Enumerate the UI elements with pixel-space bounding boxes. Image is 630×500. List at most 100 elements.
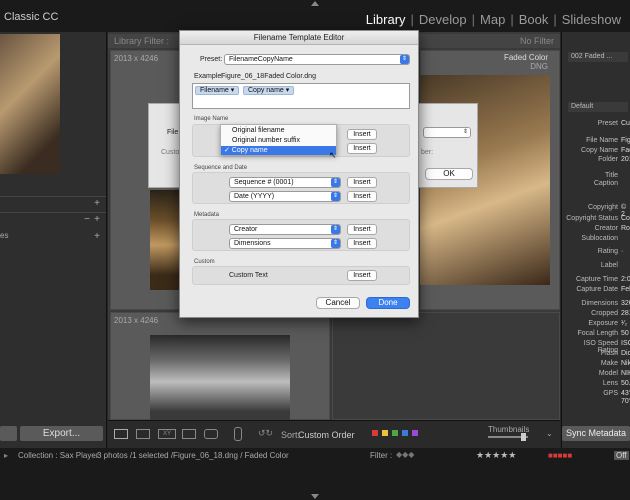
slider-thumb[interactable] [521,433,526,441]
module-book[interactable]: Book [514,12,554,27]
metadata-value[interactable]: Nik [621,360,630,367]
metadata-label: Exposure [588,320,618,327]
date-select[interactable]: Date (YYYY) ⇕ [229,191,341,202]
cell-title: Faded Color [503,53,548,62]
menu-item[interactable]: ✓ Copy name [221,146,336,155]
color-label-swatch[interactable] [372,430,378,436]
done-button[interactable]: Done [366,297,410,309]
metadata-preset-select[interactable]: 002 Faded ... [568,52,628,62]
metadata-value[interactable]: NIK [621,370,630,377]
collapse-bottom-icon[interactable] [311,494,319,499]
module-library[interactable]: Library [361,12,411,27]
ok-button[interactable]: OK [425,168,473,180]
metadata-value[interactable]: 43° [621,390,630,397]
metadata-value[interactable]: Fade [621,147,630,154]
color-filter-icons[interactable]: ■■■■■ [548,451,572,460]
menu-item[interactable]: Original number suffix [221,136,336,145]
image-name-menu[interactable]: Original filename Original number suffix ✓… [220,124,337,155]
chevron-down-icon: ⇕ [331,225,340,234]
metadata-value[interactable]: ISO [621,340,630,347]
rating-filter[interactable]: ★★★★★ [476,450,516,461]
left-panel-section-1[interactable]: + [0,196,106,210]
color-label-swatch[interactable] [392,430,398,436]
people-view-icon[interactable] [204,429,218,439]
filter-off[interactable]: Off [614,451,629,460]
compare-view-icon[interactable]: XY [158,429,176,439]
color-label-swatch[interactable] [412,430,418,436]
filmstrip-nav-icon[interactable]: ▸ [4,451,8,460]
insert-button[interactable]: Insert [347,129,377,140]
flag-filter-icons[interactable]: ◆◆◆ [396,450,414,459]
metadata-value[interactable]: Cus [621,120,630,127]
grid-view-icon[interactable] [114,429,128,439]
sequence-select[interactable]: Sequence # (0001) ⇕ [229,177,341,188]
collapse-top-icon[interactable] [311,1,319,6]
chevron-down-icon: ⇕ [331,192,340,201]
insert-button[interactable]: Insert [347,270,377,281]
module-slideshow[interactable]: Slideshow [557,12,626,27]
metadata-value[interactable]: 70° [621,398,630,405]
spray-can-icon[interactable] [234,427,242,441]
left-panel-section-3[interactable]: es + [0,230,106,244]
rotate-icon[interactable]: ↺↻ [258,428,273,439]
metadata-value[interactable]: Did [621,350,630,357]
insert-button[interactable]: Insert [347,191,377,202]
chevron-down-icon[interactable]: ⌄ [546,429,553,438]
metadata-value[interactable]: ¹⁄₂ [621,320,627,327]
module-map[interactable]: Map [475,12,510,27]
right-panel: 002 Faded ... Default PresetCus File Name… [561,32,630,448]
color-label-swatch[interactable] [402,430,408,436]
collection-label[interactable]: Collection : Sax Player [18,451,98,460]
sync-metadata-button[interactable]: Sync Metadata [562,426,630,441]
metadata-label: Focal Length [577,330,618,337]
group-title: Image Name [194,116,229,122]
survey-view-icon[interactable] [182,429,196,439]
photo-thumbnail[interactable] [150,335,290,420]
insert-button[interactable]: Insert [347,238,377,249]
bg-select[interactable]: ⇕ [423,127,471,138]
photo-thumbnail[interactable] [150,190,180,290]
metadata-value[interactable]: 326 [621,300,630,307]
add-icon[interactable]: + [94,231,100,242]
insert-button[interactable]: Insert [347,177,377,188]
metadata-value[interactable]: 2:04 [621,276,630,283]
token-copy-name[interactable]: Copy name ▾ [243,86,295,95]
metadata-value[interactable]: 201 [621,156,630,163]
metadata-label: Sublocation [581,235,618,242]
token-filename[interactable]: Filename ▾ [195,86,240,95]
filter-title[interactable]: Library Filter : [114,36,169,46]
insert-button[interactable]: Insert [347,143,377,154]
metadata-select-2[interactable]: Dimensions ⇕ [229,238,341,249]
cancel-button[interactable]: Cancel [316,297,360,309]
example-value: Figure_06_18Faded Color.dng [221,73,316,80]
preset-select[interactable]: FilenameCopyName ⇕ [224,54,410,65]
import-button[interactable] [0,426,17,441]
left-panel-section-2[interactable]: − + [0,212,106,226]
no-filter[interactable]: No Filter [520,36,554,46]
metadata-view-select[interactable]: Default [568,102,628,112]
menu-item[interactable]: Original filename [221,126,336,135]
metadata-value[interactable]: Rob [621,225,630,232]
template-token-field[interactable]: Filename ▾ Copy name ▾ [192,83,410,109]
metadata-label: Copyright [588,204,618,211]
metadata-value[interactable]: 50.0 [621,380,630,387]
metadata-value[interactable]: Cop [621,215,630,222]
metadata-value[interactable]: 50 [621,330,629,337]
loupe-view-icon[interactable] [136,429,150,439]
metadata-label: Caption [593,180,618,187]
add-icon[interactable]: + [94,214,100,225]
remove-icon[interactable]: − [84,214,90,225]
add-icon[interactable]: + [94,198,100,209]
chevron-down-icon: ⇕ [331,239,340,248]
module-develop[interactable]: Develop [414,12,472,27]
color-label-swatch[interactable] [382,430,388,436]
metadata-label: Folder [598,156,618,163]
sort-value[interactable]: Custom Order [298,430,355,440]
metadata-value[interactable]: · [621,248,623,255]
insert-button[interactable]: Insert [347,224,377,235]
export-button[interactable]: Export... [20,426,103,441]
metadata-value[interactable]: 281 [621,310,630,317]
metadata-value[interactable]: Figu [621,137,630,144]
metadata-value[interactable]: Feb [621,286,630,293]
metadata-select[interactable]: Creator ⇕ [229,224,341,235]
